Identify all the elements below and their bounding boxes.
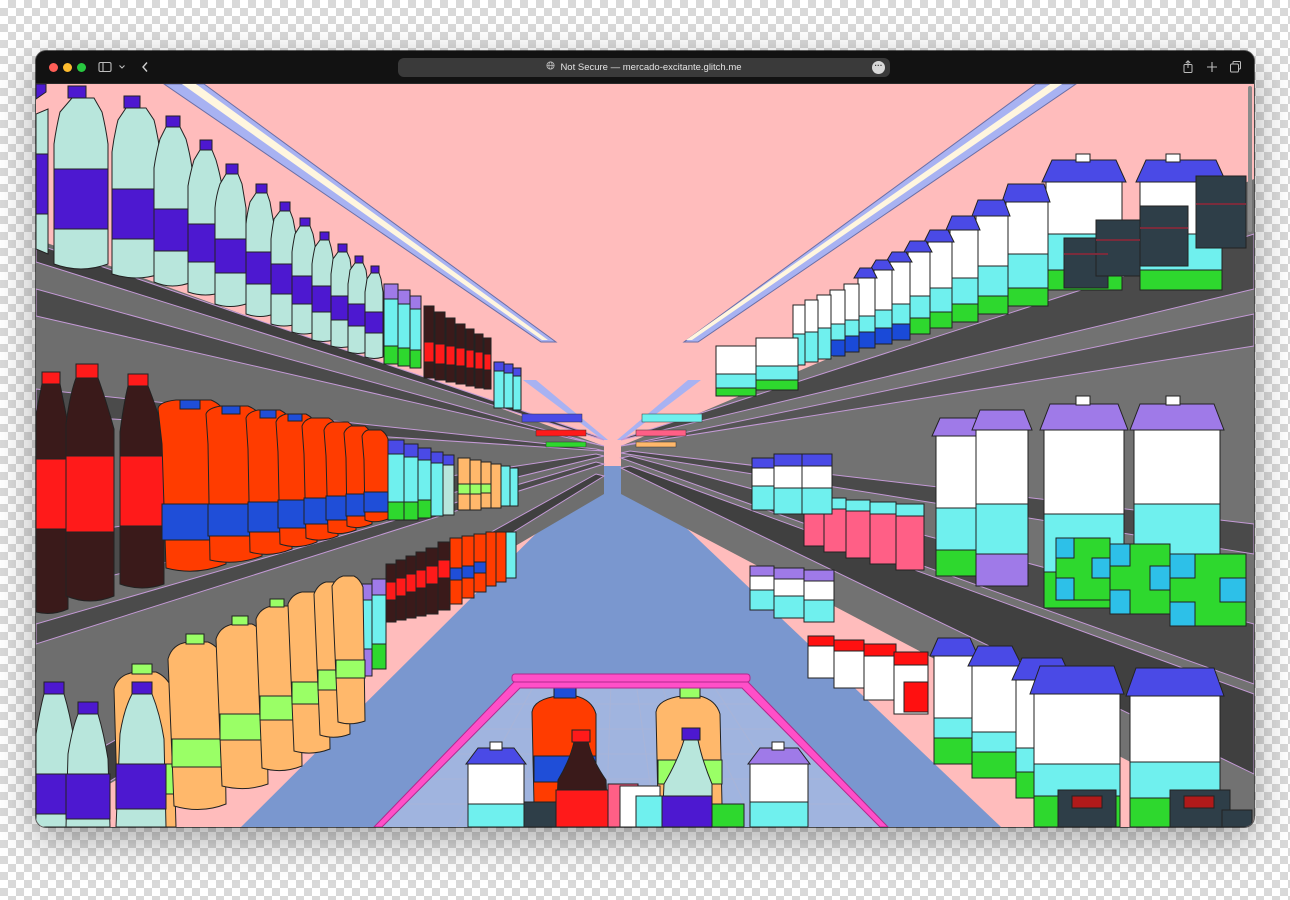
cart-purple-carton [747,741,811,827]
globe-icon [546,58,555,77]
plus-icon[interactable] [1206,58,1218,76]
bottle [111,95,161,279]
carton [1001,183,1051,307]
cola-bottle [36,371,69,614]
small-cartons-right-top [715,337,799,397]
bottle [364,265,384,359]
security-label: Not Secure [560,62,608,74]
url-separator: — [610,62,621,74]
bottle [245,183,275,317]
small-cartons-far [493,361,522,411]
back-icon[interactable] [140,58,150,76]
tab-overview-icon[interactable] [1229,58,1242,76]
share-icon[interactable] [1182,58,1194,76]
blue-carton [929,637,979,765]
close-window-button[interactable] [49,63,58,72]
supermarket-aisle-illustration[interactable] [36,84,1254,827]
cart-blue-carton-left [465,741,527,827]
sidebar-icon[interactable] [98,58,112,76]
bottle [153,115,193,287]
address-bar[interactable]: Not Secure — mercado-excitante.glitch.me… [398,58,890,77]
yellow-jug [331,575,366,725]
vertical-scrollbar[interactable] [1248,86,1252,232]
url-host: mercado-excitante.glitch.me [622,62,742,74]
bottle [214,163,247,307]
cart-handle [511,673,751,683]
zoom-window-button[interactable] [77,63,86,72]
small-cartons [383,283,422,369]
yellow-jugs-far [457,457,519,511]
browser-window: Not Secure — mercado-excitante.glitch.me… [36,51,1254,827]
purple-carton [971,409,1033,587]
bottle [53,85,109,270]
page-content [36,84,1254,827]
browser-toolbar: Not Secure — mercado-excitante.glitch.me… [36,51,1254,84]
blue-carton [967,645,1023,779]
minimize-window-button[interactable] [63,63,72,72]
orange-jug [361,429,389,523]
chevron-down-icon[interactable] [118,58,126,76]
blue-cartons-far [751,453,833,515]
ellipsis-icon[interactable]: ··· [872,61,885,74]
